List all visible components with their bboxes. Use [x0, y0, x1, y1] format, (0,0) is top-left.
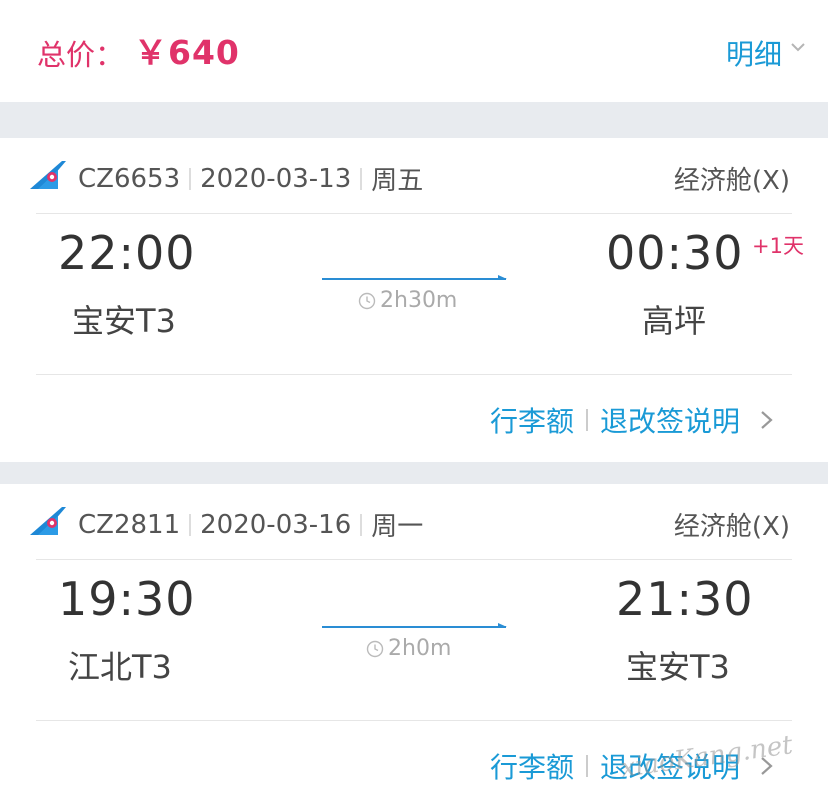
- flight-duration: 2h0m: [366, 636, 451, 661]
- total-price-label: 总价：: [37, 38, 125, 72]
- duration-text: 2h0m: [388, 636, 452, 661]
- airline-logo-icon: [30, 161, 66, 189]
- cabin-class: 经济舱(X): [673, 166, 790, 196]
- departure-airport: 江北T3: [68, 648, 172, 686]
- chevron-down-icon: [791, 43, 805, 52]
- price-header: 总价： ￥640 明细: [0, 0, 828, 102]
- arrival-time: 00:30: [606, 226, 744, 280]
- divider: [36, 374, 792, 375]
- airline-logo-icon: [30, 507, 66, 535]
- total-price-value: ￥640: [134, 33, 240, 72]
- separator: [360, 167, 363, 190]
- route-arrow: [322, 275, 507, 280]
- chevron-right-icon[interactable]: [758, 409, 776, 431]
- flight-weekday: 周五: [371, 166, 424, 196]
- flight-date: 2020-03-16: [200, 509, 352, 540]
- cabin-class: 经济舱(X): [673, 512, 790, 542]
- flight-weekday: 周一: [371, 512, 424, 542]
- separator: [189, 513, 192, 536]
- flight-links: 行李额 退改签说明: [490, 400, 776, 440]
- separator: [585, 755, 588, 777]
- flight-date: 2020-03-13: [200, 163, 352, 194]
- flight-number: CZ6653: [78, 163, 181, 194]
- duration-text: 2h30m: [380, 288, 458, 313]
- next-day-badge: +1天: [752, 234, 804, 258]
- section-gap: [0, 462, 828, 484]
- flight-card: CZ6653 2020-03-13 周五 经济舱(X) 22:00 宝安T3 2…: [0, 138, 828, 462]
- separator: [585, 409, 588, 431]
- divider: [36, 559, 792, 560]
- departure-time: 22:00: [58, 226, 196, 280]
- separator: [189, 167, 192, 190]
- baggage-link[interactable]: 行李额: [490, 400, 574, 440]
- departure-airport: 宝安T3: [72, 302, 176, 340]
- flight-duration: 2h30m: [358, 288, 457, 313]
- baggage-link[interactable]: 行李额: [490, 746, 574, 786]
- arrival-airport: 宝安T3: [626, 648, 730, 686]
- clock-icon: [366, 640, 384, 657]
- flight-info: CZ2811 2020-03-16 周一: [78, 506, 423, 543]
- arrival-time: 21:30: [616, 572, 754, 626]
- refund-policy-link[interactable]: 退改签说明: [600, 400, 740, 440]
- flight-info: CZ6653 2020-03-13 周五: [78, 160, 423, 197]
- clock-icon: [358, 292, 376, 309]
- separator: [360, 513, 363, 536]
- price-detail-button[interactable]: 明细: [725, 33, 805, 73]
- arrival-airport: 高坪: [642, 302, 707, 340]
- section-gap: [0, 102, 828, 138]
- divider: [36, 720, 792, 721]
- route-arrow: [322, 623, 507, 628]
- flight-number: CZ2811: [78, 509, 181, 540]
- divider: [36, 213, 792, 214]
- departure-time: 19:30: [58, 572, 196, 626]
- price-detail-label: 明细: [725, 38, 782, 71]
